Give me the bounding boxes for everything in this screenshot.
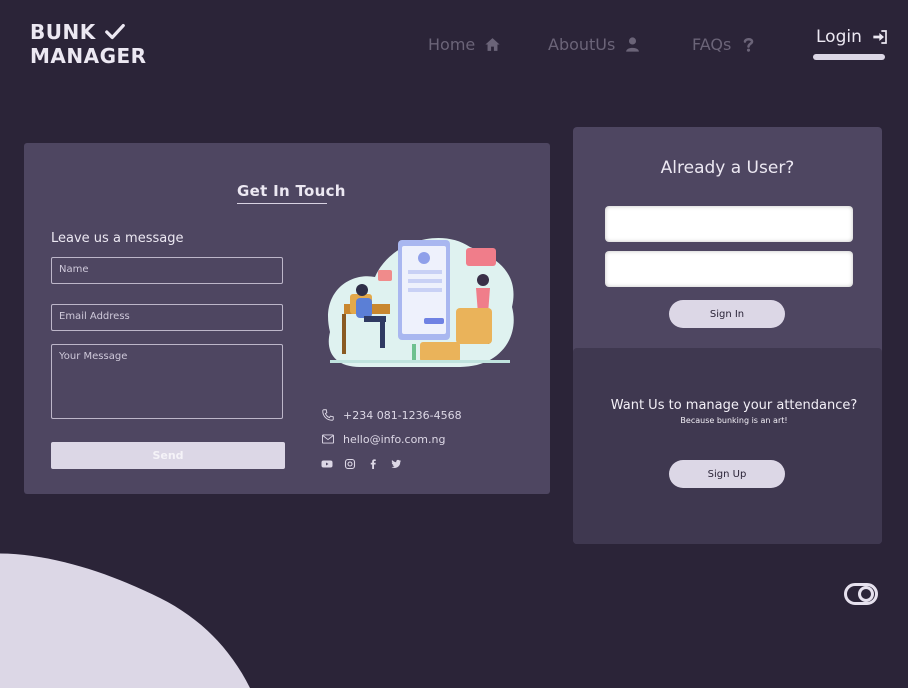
user-icon: [626, 37, 640, 52]
login-heading: Already a User?: [660, 158, 795, 178]
send-button[interactable]: Send: [51, 442, 285, 469]
question-icon: [744, 38, 754, 52]
nav-about-label: AboutUs: [548, 35, 616, 54]
youtube-icon[interactable]: [321, 458, 333, 470]
sign-in-icon: [873, 30, 887, 44]
social-links: [321, 458, 402, 470]
brand-line2: MANAGER: [30, 44, 147, 68]
signup-subheading: Because bunking is an art!: [680, 416, 788, 425]
contact-subtitle: Leave us a message: [51, 231, 184, 246]
facebook-icon[interactable]: [367, 458, 379, 470]
name-field[interactable]: Name: [51, 257, 283, 284]
brand-line1: BUNK: [30, 20, 96, 44]
contact-email[interactable]: hello@info.com.ng: [321, 432, 445, 446]
message-field[interactable]: Your Message: [51, 344, 283, 419]
contact-title-underline: [237, 203, 327, 204]
toggle-icon[interactable]: [844, 583, 878, 605]
username-input[interactable]: [605, 206, 853, 242]
message-placeholder: Your Message: [59, 351, 128, 362]
nav-faqs[interactable]: FAQs: [692, 35, 757, 54]
contact-title: Get In Touch: [237, 182, 346, 200]
email-field[interactable]: Email Address: [51, 304, 283, 331]
check-icon: [104, 23, 125, 40]
signup-heading: Want Us to manage your attendance?: [610, 398, 858, 413]
nav-about[interactable]: AboutUs: [548, 35, 641, 54]
nav-faqs-label: FAQs: [692, 35, 732, 54]
sign-in-button[interactable]: Sign In: [669, 300, 785, 328]
twitter-icon[interactable]: [390, 458, 402, 470]
signup-section: [573, 348, 882, 544]
decorative-blob: [0, 553, 250, 688]
password-input[interactable]: [605, 251, 853, 287]
name-placeholder: Name: [59, 264, 89, 275]
nav-home-label: Home: [428, 35, 476, 54]
contact-email-text: hello@info.com.ng: [343, 432, 446, 446]
brand-logo[interactable]: BUNK MANAGER: [30, 20, 147, 68]
sign-up-button[interactable]: Sign Up: [669, 460, 785, 488]
phone-icon: [322, 409, 334, 421]
contact-illustration: [328, 238, 514, 367]
nav-login-label: Login: [816, 27, 862, 47]
email-placeholder: Email Address: [59, 311, 130, 322]
contact-phone-text: +234 081-1236-4568: [343, 408, 462, 422]
login-underline: [813, 54, 885, 60]
mail-icon: [321, 434, 335, 444]
contact-phone[interactable]: +234 081-1236-4568: [321, 408, 462, 422]
home-icon: [485, 38, 500, 51]
nav-login[interactable]: Login: [816, 27, 888, 47]
nav-home[interactable]: Home: [428, 35, 501, 54]
instagram-icon[interactable]: [344, 458, 356, 470]
